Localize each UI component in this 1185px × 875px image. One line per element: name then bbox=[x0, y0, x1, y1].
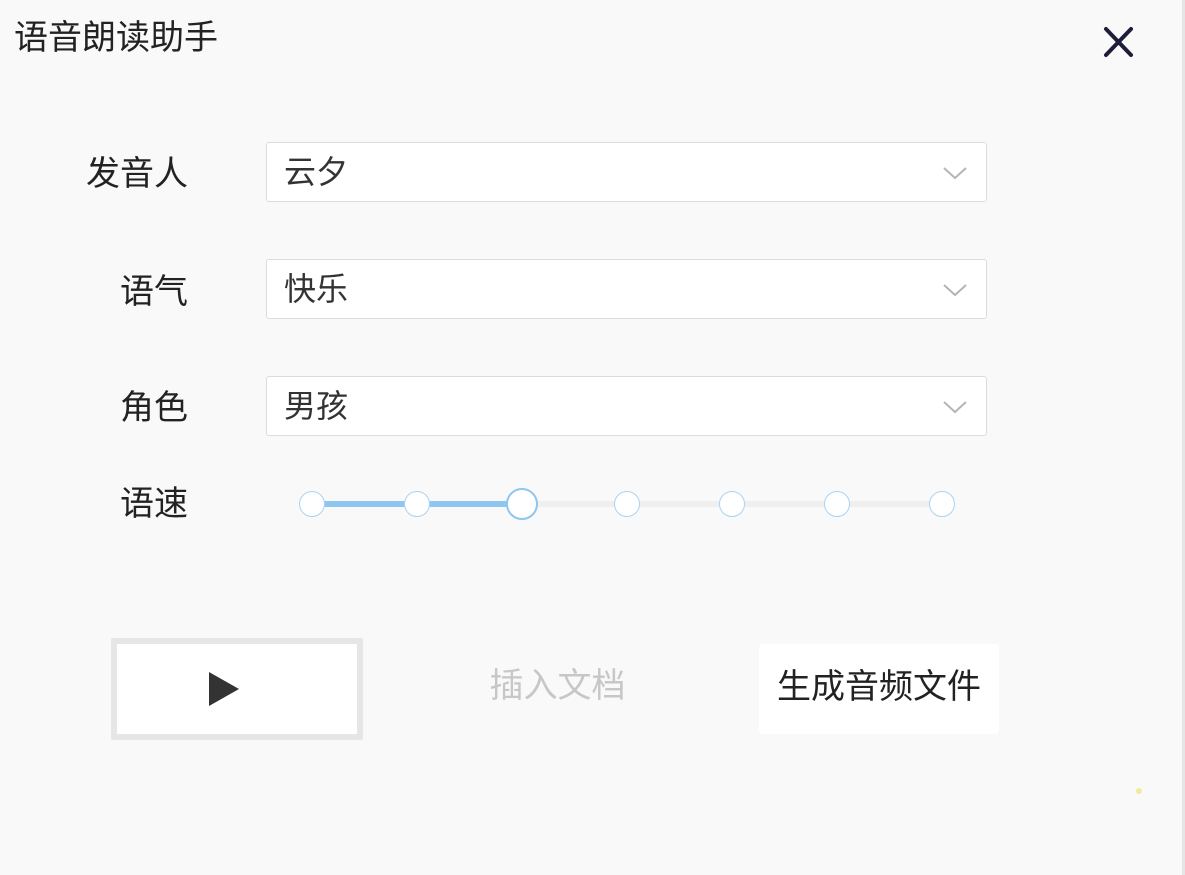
insert-document-button[interactable]: 插入文档 bbox=[470, 664, 645, 708]
tone-label: 语气 bbox=[120, 272, 188, 312]
generate-audio-button[interactable]: 生成音频文件 bbox=[759, 644, 999, 734]
chevron-down-icon bbox=[943, 167, 967, 180]
slider-thumb[interactable] bbox=[506, 488, 538, 520]
slider-step[interactable] bbox=[299, 491, 325, 517]
role-select[interactable]: 男孩 bbox=[266, 376, 987, 436]
tone-value: 快乐 bbox=[284, 270, 349, 308]
speed-label: 语速 bbox=[120, 484, 188, 524]
chevron-down-icon bbox=[943, 401, 967, 414]
role-value: 男孩 bbox=[284, 387, 349, 425]
play-button[interactable] bbox=[111, 638, 363, 740]
play-icon bbox=[209, 672, 239, 706]
slider-step[interactable] bbox=[614, 491, 640, 517]
slider-step[interactable] bbox=[929, 491, 955, 517]
role-label: 角色 bbox=[120, 388, 188, 428]
speed-slider[interactable] bbox=[296, 484, 972, 524]
close-button[interactable] bbox=[1098, 22, 1138, 62]
slider-step[interactable] bbox=[824, 491, 850, 517]
slider-step[interactable] bbox=[719, 491, 745, 517]
tone-select[interactable]: 快乐 bbox=[266, 259, 987, 319]
dialog-title: 语音朗读助手 bbox=[14, 18, 218, 58]
close-icon bbox=[1104, 27, 1133, 57]
voice-reader-dialog: 语音朗读助手 发音人 云夕 语气 快乐 角色 男孩 语速 插入文档 生成音频文件 bbox=[0, 0, 1185, 875]
slider-step[interactable] bbox=[404, 491, 430, 517]
speaker-label: 发音人 bbox=[86, 154, 188, 194]
indicator-dot bbox=[1136, 788, 1142, 794]
speaker-value: 云夕 bbox=[284, 153, 349, 191]
speaker-select[interactable]: 云夕 bbox=[266, 142, 987, 202]
chevron-down-icon bbox=[943, 284, 967, 297]
